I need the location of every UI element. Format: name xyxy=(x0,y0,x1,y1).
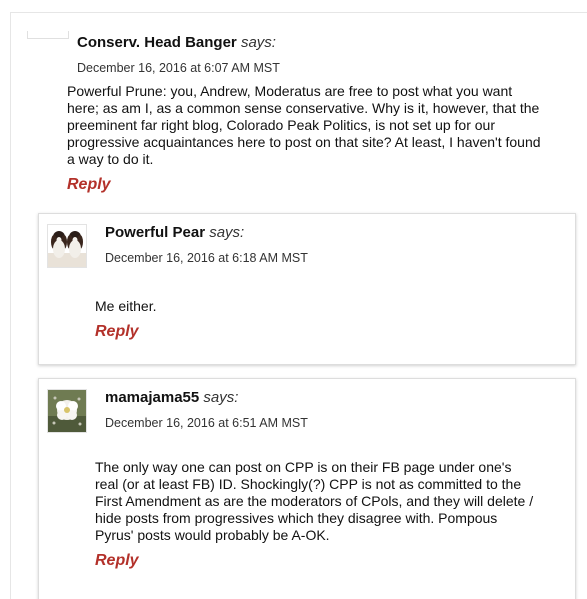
comment-body: Me either. Reply xyxy=(95,298,565,341)
comment-header: Powerful Pear says: December 16, 2016 at… xyxy=(105,223,565,266)
comment-author-line: Conserv. Head Banger says: xyxy=(77,33,587,53)
comment-powerful-pear: Powerful Pear says: December 16, 2016 at… xyxy=(38,213,576,365)
avatar[interactable] xyxy=(47,224,87,268)
body-line: real (or at least FB) ID. Shockingly(?) … xyxy=(95,476,522,492)
comment-author[interactable]: Conserv. Head Banger xyxy=(77,34,237,51)
comment-header: mamajama55 says: December 16, 2016 at 6:… xyxy=(105,388,565,431)
comments-page: Conserv. Head Banger says: December 16, … xyxy=(0,0,587,599)
body-line: hide posts from progressives which they … xyxy=(95,510,498,526)
body-line: progressive acquaintances here to post o… xyxy=(67,134,541,150)
reply-button[interactable]: Reply xyxy=(95,323,139,341)
reply-button[interactable]: Reply xyxy=(95,552,139,570)
comment-timestamp[interactable]: December 16, 2016 at 6:18 AM MST xyxy=(105,250,565,266)
says-label: says: xyxy=(203,389,239,406)
dog-photo-icon xyxy=(48,225,86,267)
says-label: says: xyxy=(209,224,245,241)
flower-photo-icon xyxy=(48,390,86,432)
reply-button[interactable]: Reply xyxy=(67,176,111,194)
comment-conserv-head-banger: Conserv. Head Banger says: December 16, … xyxy=(77,33,587,76)
comment-timestamp[interactable]: December 16, 2016 at 6:51 AM MST xyxy=(105,415,565,431)
avatar-placeholder xyxy=(27,31,69,39)
comment-author[interactable]: mamajama55 xyxy=(105,389,199,406)
body-line: here; as am I, as a common sense conserv… xyxy=(67,100,540,116)
comment-thread: Conserv. Head Banger says: December 16, … xyxy=(10,12,587,599)
body-line: First Amendment as are the moderators of… xyxy=(95,493,534,509)
comment-body: The only way one can post on CPP is on t… xyxy=(95,459,565,570)
body-line: The only way one can post on CPP is on t… xyxy=(95,459,512,475)
body-line: preeminent far right blog, Colorado Peak… xyxy=(67,117,495,133)
comment-timestamp[interactable]: December 16, 2016 at 6:07 AM MST xyxy=(77,60,587,76)
comment-body: Powerful Prune: you, Andrew, Moderatus a… xyxy=(67,83,587,194)
body-line: Powerful Prune: you, Andrew, Moderatus a… xyxy=(67,83,513,99)
comment-author[interactable]: Powerful Pear xyxy=(105,224,205,241)
comment-author-line: Powerful Pear says: xyxy=(105,223,565,243)
comment-author-line: mamajama55 says: xyxy=(105,388,565,408)
says-label: says: xyxy=(240,34,276,51)
body-line: Pyrus' posts would probably be A-OK. xyxy=(95,527,330,543)
body-line: a way to do it. xyxy=(67,151,154,167)
avatar[interactable] xyxy=(47,389,87,433)
comment-mamajama55: mamajama55 says: December 16, 2016 at 6:… xyxy=(38,378,576,599)
body-line: Me either. xyxy=(95,298,157,314)
